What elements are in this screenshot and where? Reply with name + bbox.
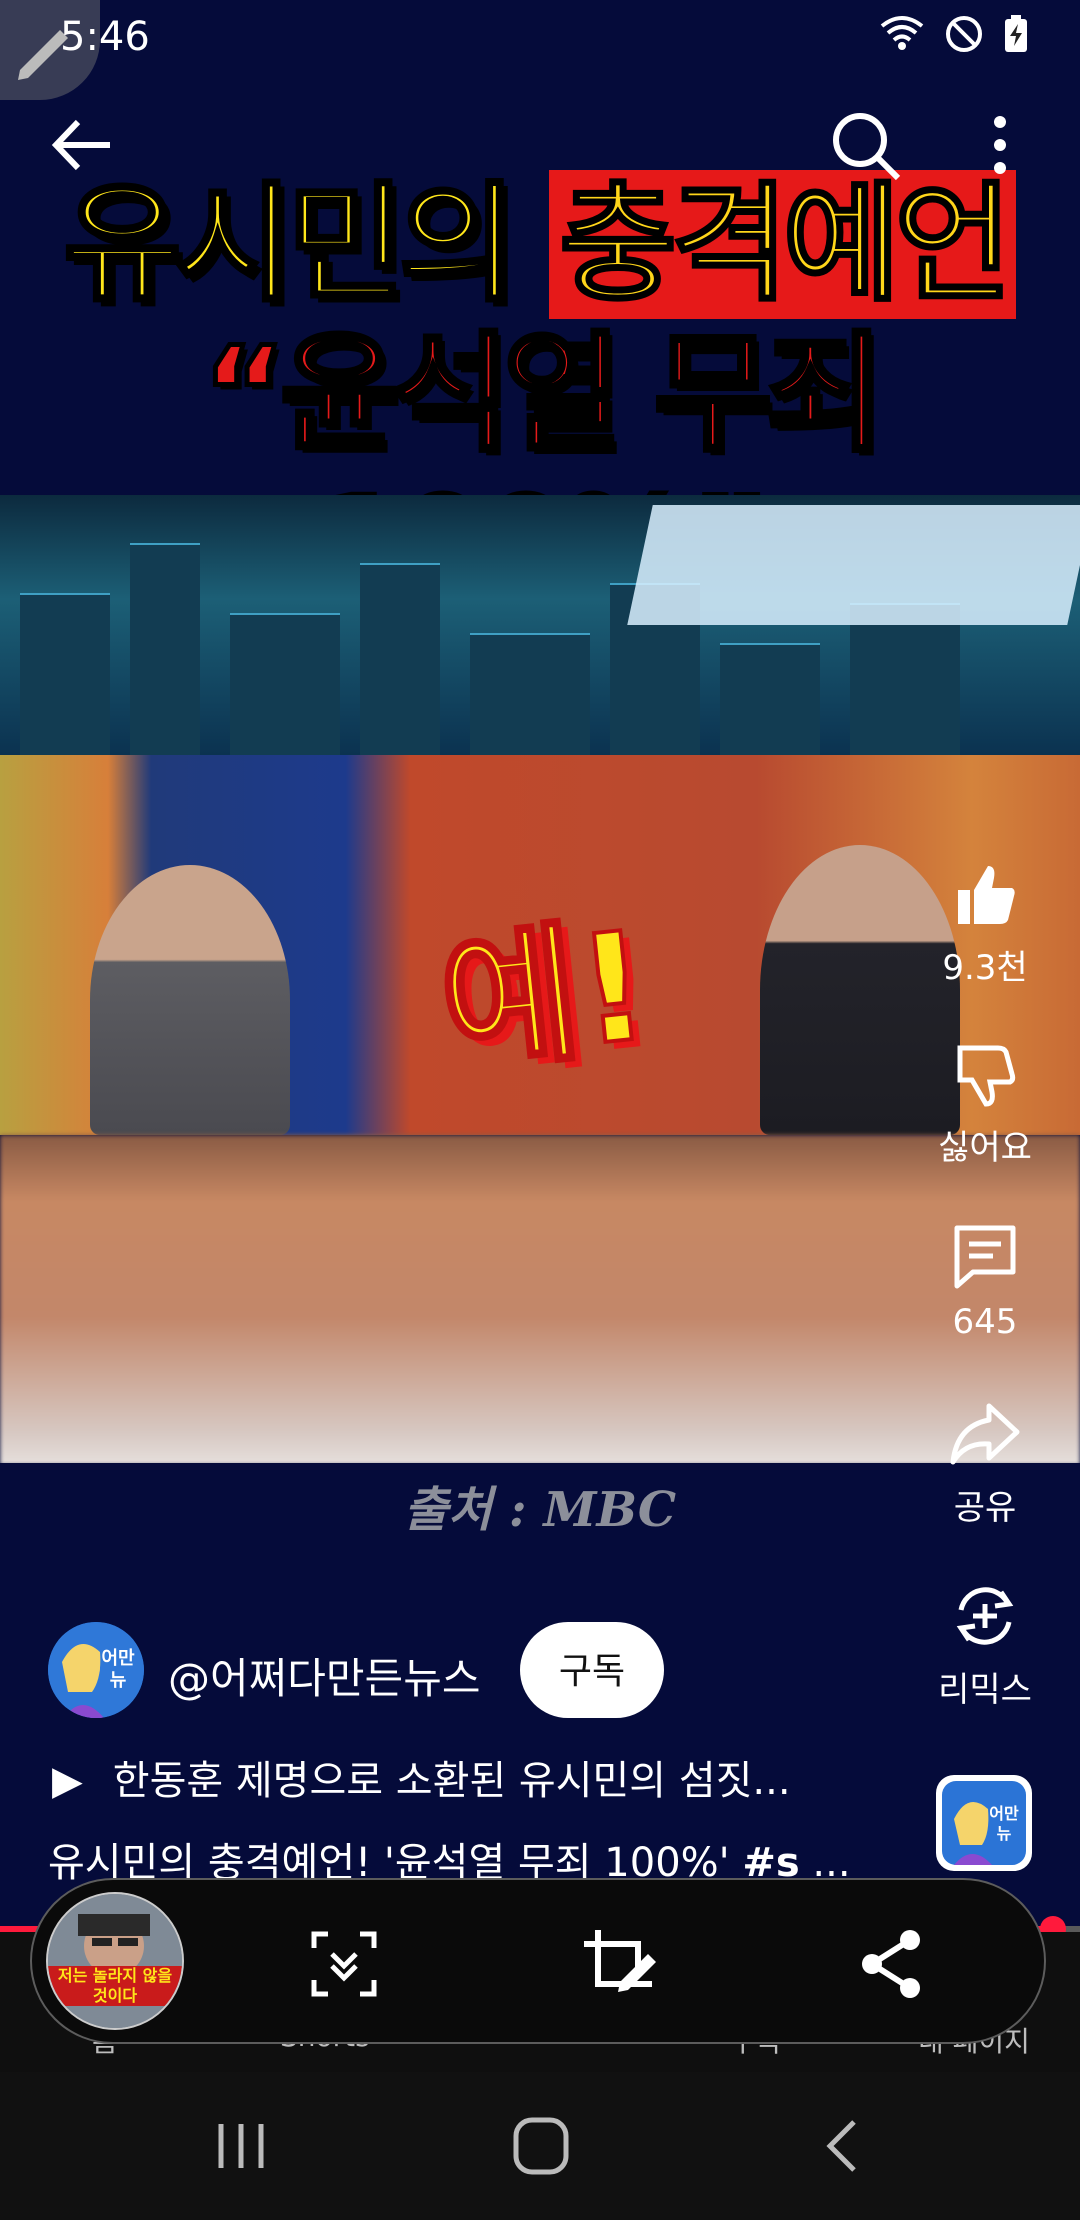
search-icon[interactable] — [828, 108, 902, 182]
channel-avatar[interactable]: 어만 뉴 — [48, 1622, 144, 1718]
like-button[interactable]: 9.3천 — [920, 860, 1050, 989]
thumb-up-icon — [958, 866, 1015, 924]
battery-charging-icon — [1005, 15, 1027, 52]
home-icon[interactable] — [506, 2116, 576, 2176]
share-icon[interactable] — [852, 1924, 932, 2004]
do-not-disturb-icon — [946, 16, 982, 52]
remix-button[interactable]: 리믹스 — [920, 1580, 1050, 1711]
share-label: 공유 — [953, 1488, 1017, 1528]
share-action-button[interactable]: 공유 — [920, 1400, 1050, 1529]
dislike-label: 싫어요 — [938, 1128, 1032, 1168]
svg-text:뉴: 뉴 — [997, 1824, 1012, 1843]
scroll-capture-icon[interactable] — [304, 1924, 384, 2004]
comment-icon — [954, 1225, 1016, 1289]
wifi-icon — [880, 16, 924, 50]
back-arrow-icon[interactable] — [48, 110, 118, 180]
source-caption: 출처 : MBC — [403, 1482, 677, 1538]
studio-banner — [627, 505, 1080, 625]
sound-thumbnail[interactable]: 어만 뉴 — [936, 1775, 1032, 1871]
channel-handle[interactable]: @어쩌다만든뉴스 — [168, 1645, 480, 1706]
anchor-desk — [0, 1135, 1080, 1463]
related-video-link[interactable]: ▶ 한동훈 제명으로 소환된 유시민의 섬짓... — [52, 1748, 791, 1806]
status-bar: 5:46 — [0, 0, 1080, 100]
svg-text:어만: 어만 — [101, 1648, 135, 1669]
recents-icon[interactable] — [206, 2116, 276, 2176]
screenshot-toolbar: 저는 놀라지 않을 것이다 — [30, 1878, 1046, 2044]
status-time: 5:46 — [60, 14, 150, 60]
video-frame: 예! — [0, 495, 1080, 1463]
headline-part-2: 충격예언 — [549, 169, 1017, 321]
dislike-button[interactable]: 싫어요 — [920, 1040, 1050, 1169]
system-navigation-bar — [0, 2072, 1080, 2220]
host-left — [90, 865, 290, 1135]
comment-count: 645 — [952, 1302, 1018, 1342]
remix-icon — [956, 1587, 1014, 1645]
overlay-exclamation: 예! — [431, 898, 658, 1097]
svg-text:어만: 어만 — [989, 1804, 1019, 1823]
like-count: 9.3천 — [942, 948, 1028, 988]
subscribe-button[interactable]: 구독 — [520, 1622, 664, 1718]
play-icon: ▶ — [52, 1758, 83, 1804]
svg-text:뉴: 뉴 — [110, 1670, 127, 1691]
thumbnail-caption: 저는 놀라지 않을 것이다 — [48, 1966, 182, 2006]
thumb-down-icon — [957, 1045, 1016, 1107]
screenshot-thumbnail[interactable]: 저는 놀라지 않을 것이다 — [46, 1892, 184, 2030]
back-icon[interactable] — [810, 2116, 880, 2176]
crop-edit-icon[interactable] — [578, 1924, 658, 2004]
more-vert-icon[interactable] — [980, 108, 1020, 182]
shorts-player-screen: 유시민의 충격예언 “윤석열 무죄 100%” 예! — [0, 0, 1080, 2220]
headline-part-1: 유시민의 — [62, 168, 519, 321]
comments-button[interactable]: 645 — [920, 1220, 1050, 1342]
share-arrow-icon — [950, 1403, 1020, 1465]
remix-label: 리믹스 — [938, 1670, 1032, 1710]
related-video-title: 한동훈 제명으로 소환된 유시민의 섬짓... — [112, 1758, 791, 1804]
